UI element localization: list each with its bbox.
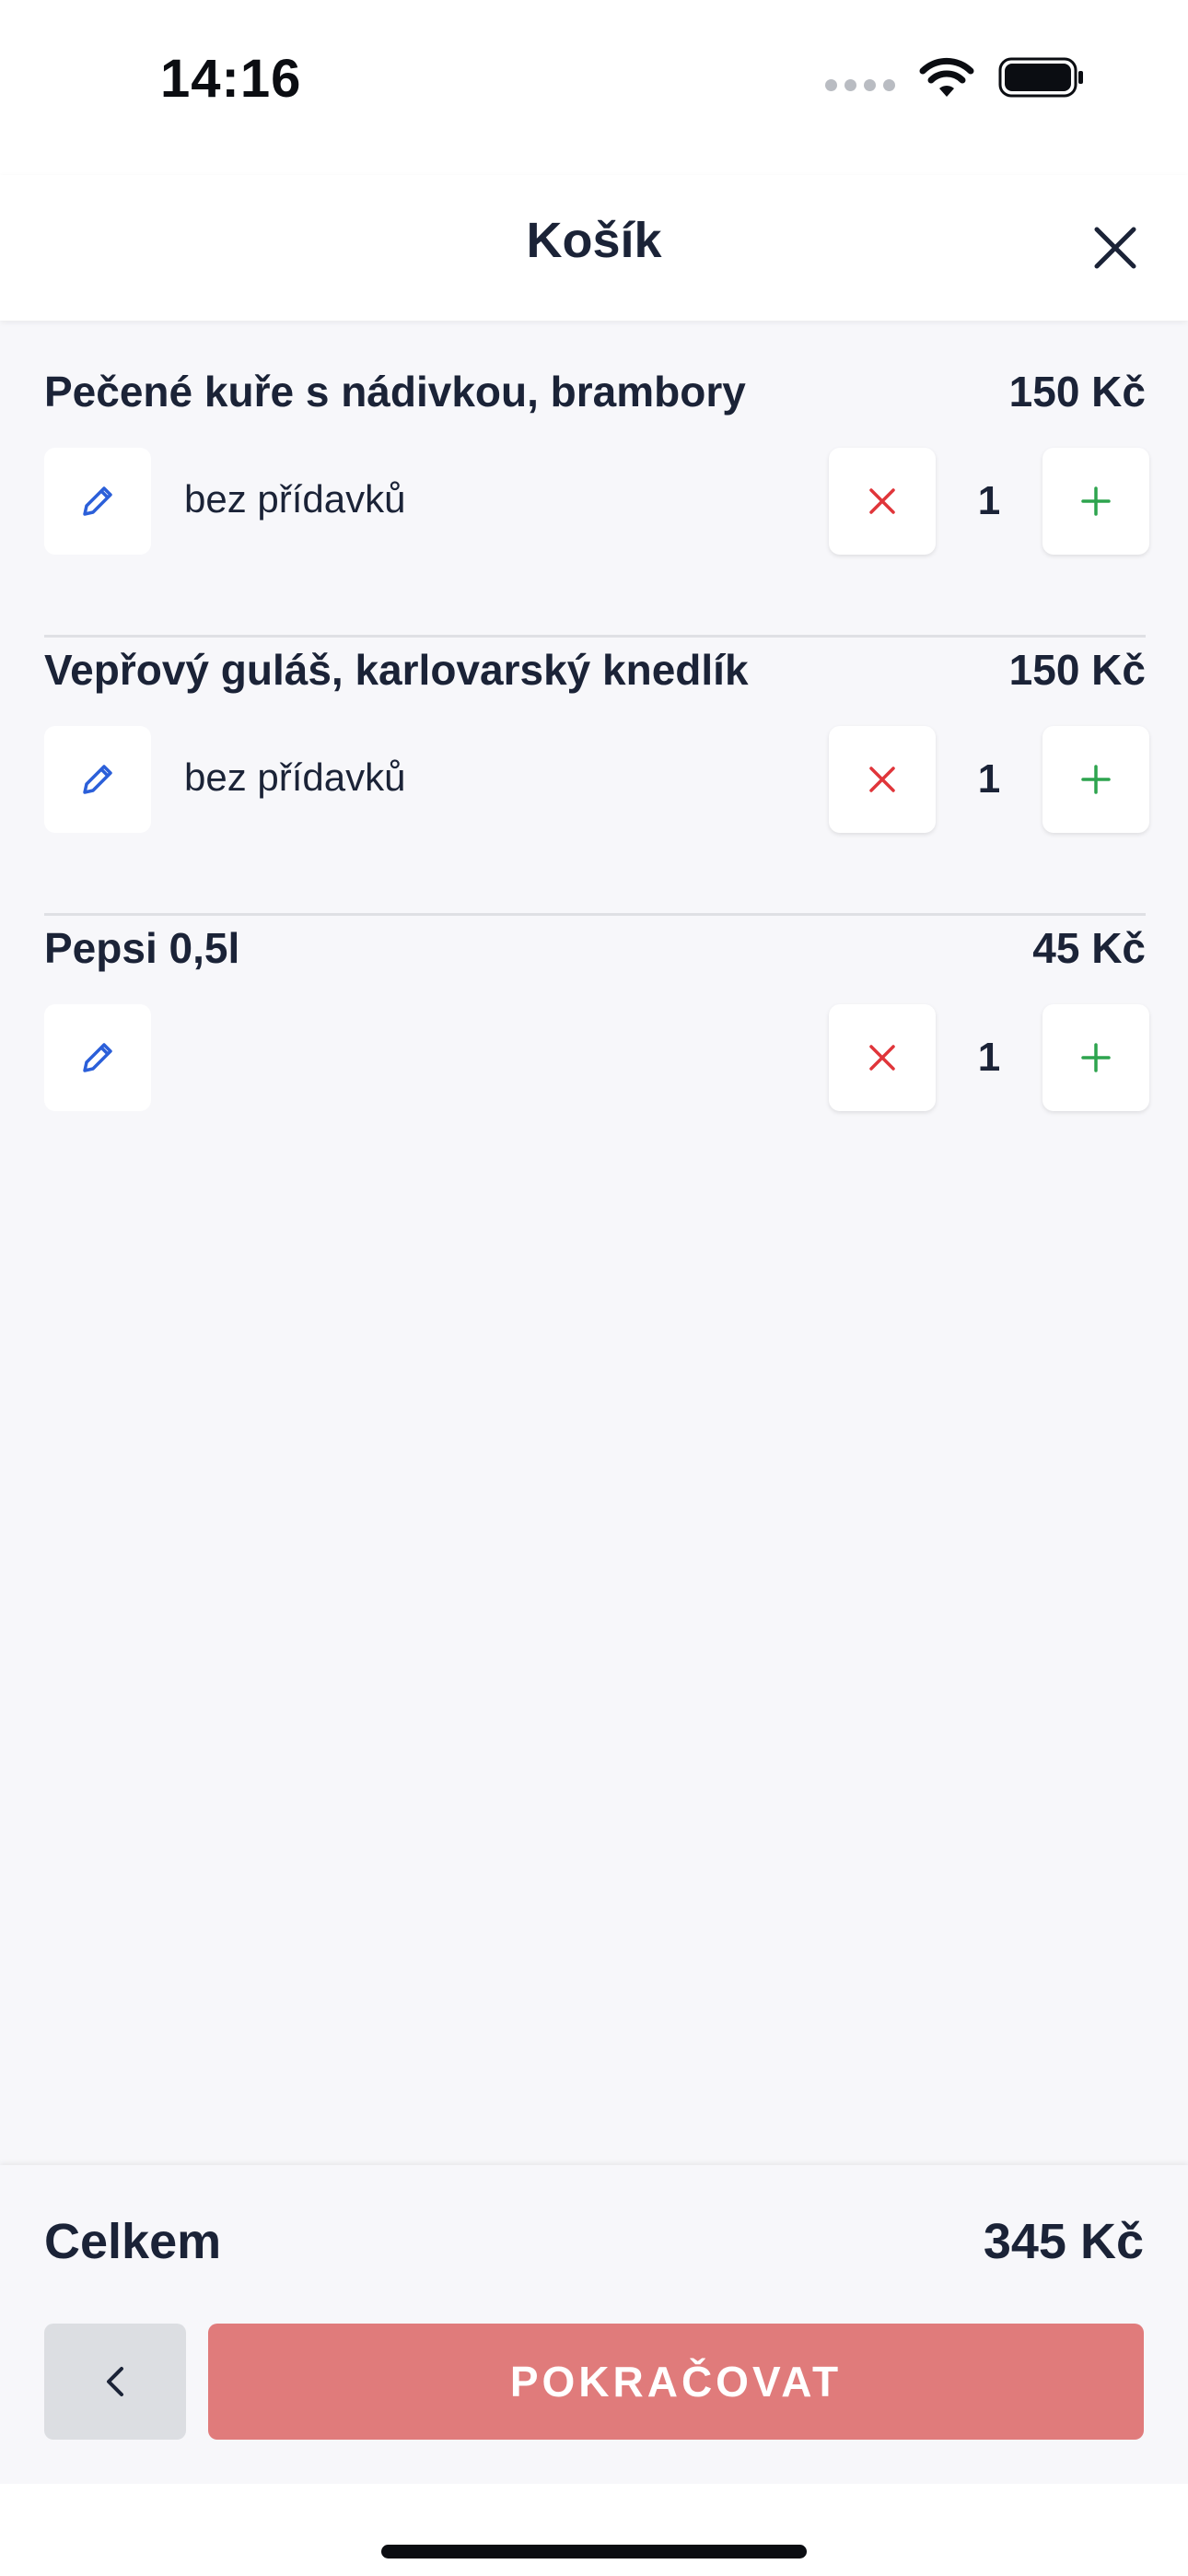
remove-item-button[interactable] (829, 448, 936, 555)
x-icon (869, 767, 895, 792)
item-quantity: 1 (977, 478, 1001, 523)
home-indicator-area (0, 2484, 1188, 2576)
cart-item: Vepřový guláš, karlovarský knedlík 150 K… (44, 638, 1149, 916)
item-note: bez přídavků (184, 477, 406, 521)
chevron-left-icon (107, 2367, 123, 2396)
cart-items-list: Pečené kuře s nádivkou, brambory 150 Kč … (44, 359, 1149, 1194)
edit-item-button[interactable] (44, 1004, 151, 1111)
cart-screen: 14:16 Košík Pečené kuře s nádivkou, bram… (0, 0, 1188, 2576)
pencil-icon (83, 1043, 112, 1072)
back-button[interactable] (44, 2324, 186, 2440)
cart-item: Pepsi 0,5l 45 Kč 1 (44, 916, 1149, 1194)
edit-item-button[interactable] (44, 726, 151, 833)
cart-item: Pečené kuře s nádivkou, brambory 150 Kč … (44, 359, 1149, 638)
status-icons (825, 55, 1085, 100)
item-quantity: 1 (977, 1035, 1001, 1080)
edit-item-button[interactable] (44, 448, 151, 555)
item-price: 45 Kč (1032, 924, 1146, 972)
status-bar: 14:16 (0, 0, 1188, 175)
pencil-icon (83, 486, 112, 516)
cart-header: Košík (0, 175, 1188, 321)
total-label: Celkem (44, 2214, 222, 2269)
battery-icon (998, 57, 1083, 98)
remove-item-button[interactable] (829, 1004, 936, 1111)
total-value: 345 Kč (983, 2214, 1144, 2269)
item-price: 150 Kč (1008, 368, 1146, 416)
x-icon (869, 488, 895, 514)
x-icon (869, 1045, 895, 1071)
remove-item-button[interactable] (829, 726, 936, 833)
item-note: bez přídavků (184, 755, 406, 799)
close-button[interactable] (1083, 216, 1147, 280)
item-quantity: 1 (977, 756, 1001, 802)
pencil-icon (83, 765, 112, 794)
item-price: 150 Kč (1008, 646, 1146, 694)
wifi-icon (919, 57, 974, 97)
page-title: Košík (526, 213, 662, 268)
cellular-signal-icon (825, 78, 895, 91)
status-time: 14:16 (160, 49, 302, 109)
item-name: Pečené kuře s nádivkou, brambory (44, 368, 746, 416)
plus-icon (1081, 1043, 1111, 1072)
item-name: Vepřový guláš, karlovarský knedlík (44, 646, 749, 694)
increase-quantity-button[interactable] (1042, 1004, 1149, 1111)
cart-footer: Celkem 345 Kč POKRAČOVAT (0, 2165, 1188, 2484)
close-icon (1094, 227, 1136, 269)
increase-quantity-button[interactable] (1042, 448, 1149, 555)
plus-icon (1081, 765, 1111, 794)
item-name: Pepsi 0,5l (44, 924, 240, 972)
continue-button[interactable]: POKRAČOVAT (208, 2324, 1144, 2440)
plus-icon (1081, 486, 1111, 516)
home-indicator[interactable] (381, 2545, 807, 2558)
increase-quantity-button[interactable] (1042, 726, 1149, 833)
